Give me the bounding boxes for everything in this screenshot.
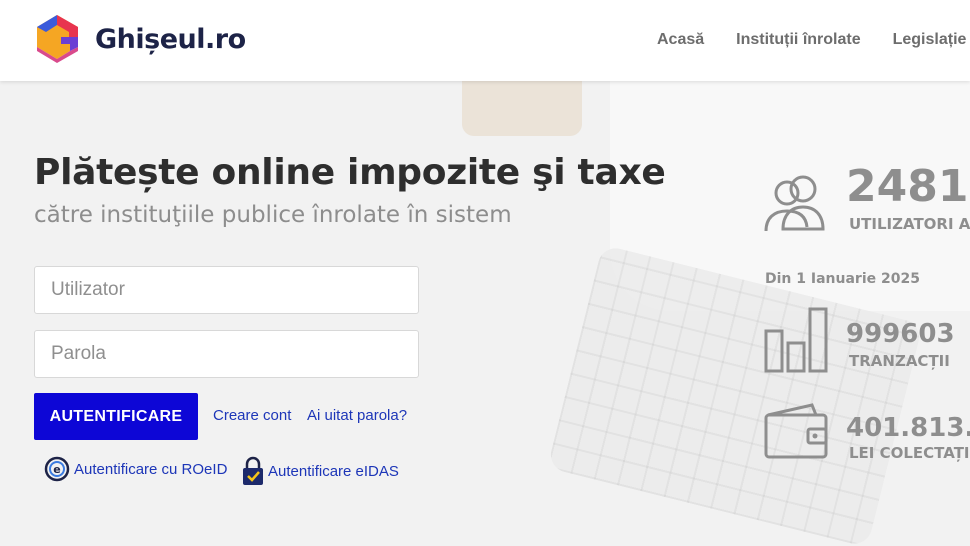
page-title: Plătește online impozite şi taxe xyxy=(34,152,666,193)
nav-legislation[interactable]: Legislație xyxy=(893,31,967,49)
collected-amount: 401.813.77 xyxy=(846,413,970,443)
eidas-login-label: Autentificare eIDAS xyxy=(268,462,399,480)
users-label: UTILIZATORI AC xyxy=(849,215,970,233)
wallet-icon xyxy=(764,403,828,459)
stats-since-date: Din 1 Ianuarie 2025 xyxy=(765,271,920,287)
username-input[interactable] xyxy=(34,266,419,314)
create-account-link[interactable]: Creare cont xyxy=(213,407,291,424)
password-input[interactable] xyxy=(34,330,419,378)
forgot-password-link[interactable]: Ai uitat parola? xyxy=(307,407,407,424)
eidas-lock-icon xyxy=(243,456,263,485)
roeid-login-label: Autentificare cu ROeID xyxy=(74,460,228,478)
users-count: 24816 xyxy=(846,161,970,212)
bar-chart-icon xyxy=(764,307,828,373)
logo-mark-icon xyxy=(37,15,78,63)
nav-home[interactable]: Acasă xyxy=(657,31,704,49)
roeid-login-link[interactable]: e Autentificare cu ROeID xyxy=(44,456,227,482)
hero-section: Plătește online impozite şi taxe către i… xyxy=(0,81,970,546)
nav-institutions[interactable]: Instituții înrolate xyxy=(736,31,860,49)
transactions-label: TRANZACȚII xyxy=(849,352,950,370)
users-icon xyxy=(764,175,825,232)
main-nav: Acasă Instituții înrolate Legislație xyxy=(657,31,970,49)
eidas-login-link[interactable]: Autentificare eIDAS xyxy=(242,456,399,486)
site-header: Ghișeul.ro Acasă Instituții înrolate Leg… xyxy=(0,0,970,81)
roeid-icon: e xyxy=(44,456,70,482)
brand-logo[interactable]: Ghișeul.ro xyxy=(33,13,246,65)
svg-text:e: e xyxy=(53,463,60,476)
login-button[interactable]: AUTENTIFICARE xyxy=(34,393,198,440)
transactions-count: 999603 xyxy=(846,319,955,349)
brand-name: Ghișeul.ro xyxy=(95,23,246,55)
collected-label: LEI COLECTAȚI xyxy=(849,444,970,462)
page-subtitle: către instituţiile publice înrolate în s… xyxy=(34,202,512,228)
